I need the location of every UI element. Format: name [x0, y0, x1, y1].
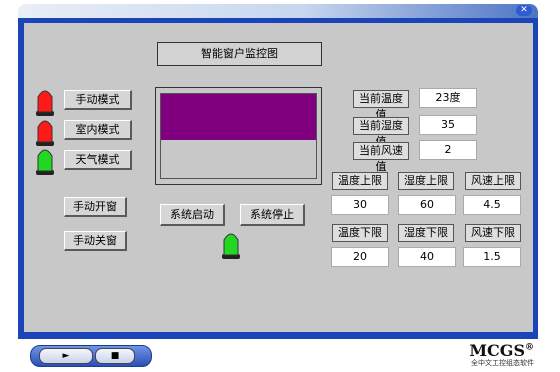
humidity-upper-limit-label: 湿度上限: [398, 172, 454, 190]
current-humidity-value: 35: [419, 115, 477, 135]
indoor-mode-lamp-icon: [36, 120, 54, 146]
close-icon[interactable]: ✕: [516, 5, 532, 16]
system-status-lamp-icon: [222, 233, 240, 259]
manual-open-window-button[interactable]: 手动开窗: [64, 197, 127, 217]
mcgs-logo: MCGS® 全中文工控组态软件: [469, 341, 534, 368]
indoor-mode-button[interactable]: 室内模式: [64, 120, 132, 140]
manual-mode-lamp-icon: [36, 90, 54, 116]
wind-lower-limit-input[interactable]: 1.5: [463, 247, 521, 267]
registered-mark: ®: [525, 342, 534, 353]
wind-upper-limit-label: 风速上限: [465, 172, 521, 190]
window-display: [155, 87, 322, 185]
humidity-lower-limit-input[interactable]: 40: [398, 247, 456, 267]
weather-mode-lamp-icon: [36, 149, 54, 175]
current-temp-label: 当前温度值: [353, 90, 409, 121]
page-title: 智能窗户监控图: [157, 42, 322, 66]
temp-upper-limit-label: 温度上限: [332, 172, 388, 190]
window-pane: [160, 93, 317, 179]
window-position-fill: [161, 94, 316, 141]
temp-lower-limit-input[interactable]: 20: [331, 247, 389, 267]
manual-mode-button[interactable]: 手动模式: [64, 90, 132, 110]
current-wind-label: 当前风速值: [353, 142, 409, 173]
logo-subtitle: 全中文工控组态软件: [471, 359, 534, 367]
temp-upper-limit-input[interactable]: 30: [331, 195, 389, 215]
play-icon[interactable]: ►: [39, 348, 93, 364]
wind-upper-limit-input[interactable]: 4.5: [463, 195, 521, 215]
player-control: ► ■: [30, 345, 152, 367]
temp-lower-limit-label: 温度下限: [332, 224, 388, 242]
wind-lower-limit-label: 风速下限: [465, 224, 521, 242]
system-start-button[interactable]: 系统启动: [160, 204, 225, 226]
window-title-bar: ✕: [18, 4, 538, 18]
weather-mode-button[interactable]: 天气模式: [64, 150, 132, 170]
system-stop-button[interactable]: 系统停止: [240, 204, 305, 226]
current-wind-value: 2: [419, 140, 477, 160]
current-temp-value: 23度: [419, 88, 477, 108]
stop-icon[interactable]: ■: [95, 348, 135, 364]
manual-close-window-button[interactable]: 手动关窗: [64, 231, 127, 251]
humidity-lower-limit-label: 湿度下限: [398, 224, 454, 242]
humidity-upper-limit-input[interactable]: 60: [398, 195, 456, 215]
current-humidity-label: 当前湿度值: [353, 117, 409, 148]
